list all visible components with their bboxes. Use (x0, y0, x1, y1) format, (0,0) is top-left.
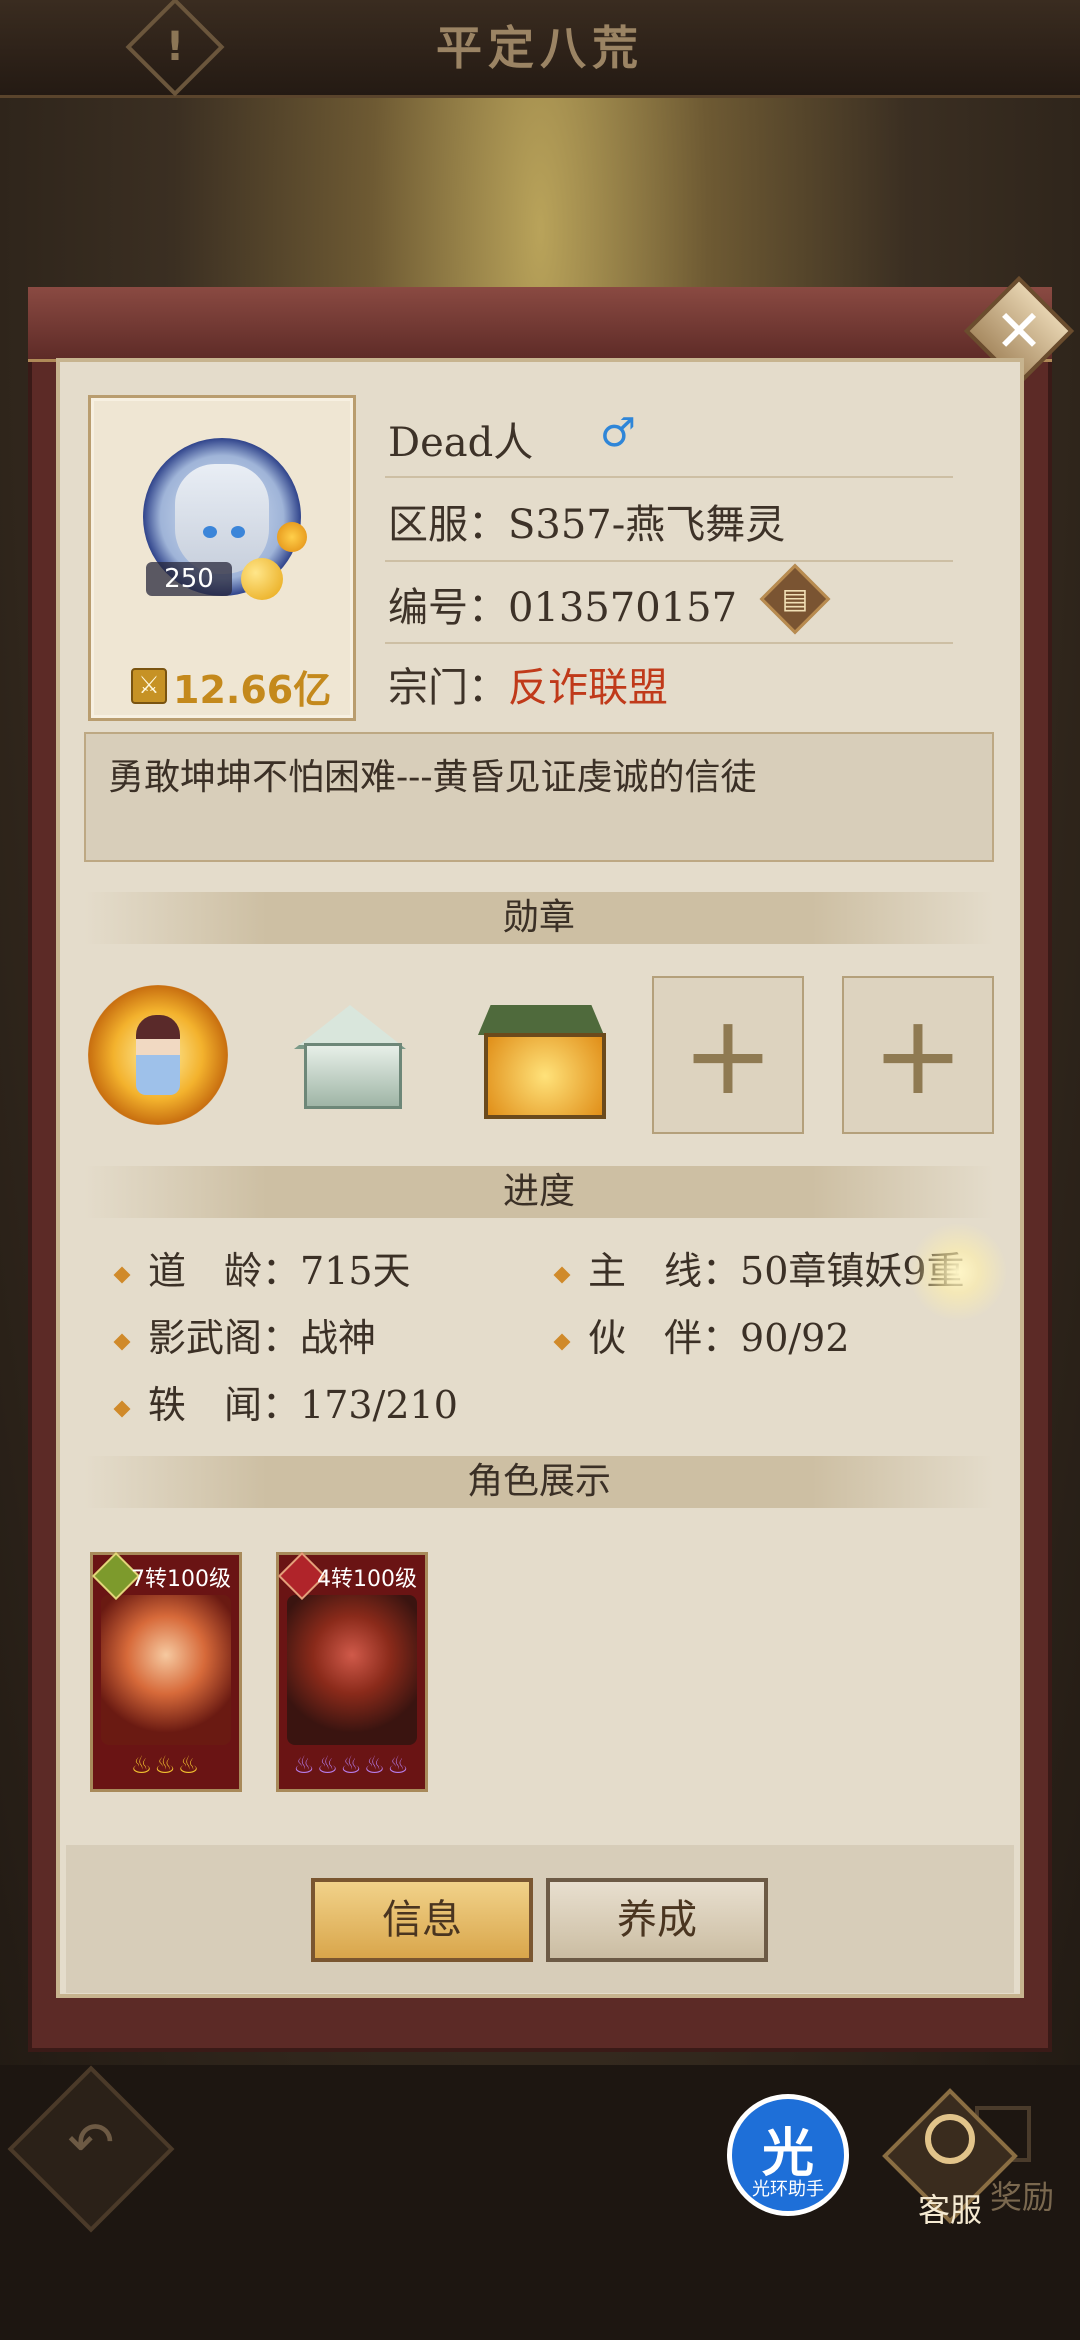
progress-item: 影武阁：战神 (113, 1307, 377, 1362)
medal-lantern-shrine[interactable] (472, 995, 612, 1135)
back-arrow-icon: ↶ (67, 2110, 115, 2176)
helper-label: 光环助手 (752, 2179, 824, 2200)
medal-golden-lotus[interactable] (88, 985, 228, 1125)
divider (385, 560, 953, 562)
avatar-frame[interactable]: 250 ⚔ 12.66亿 (88, 395, 356, 721)
progress-value: 战神 (300, 1316, 377, 1360)
flower-ornament (277, 522, 307, 552)
power-icon: ⚔ (131, 668, 167, 704)
train-tab-button[interactable]: 养成 (546, 1878, 768, 1962)
combat-power: ⚔ 12.66亿 (131, 664, 331, 712)
button-area (66, 1845, 1014, 1993)
headset-icon (925, 2114, 975, 2164)
progress-label: 伙 伴： (588, 1316, 741, 1360)
avatar-eye (203, 526, 217, 538)
page-title: 平定八荒 (436, 21, 644, 75)
bullet-icon (553, 1266, 571, 1283)
character-stars: ♨♨♨♨♨ (293, 1751, 411, 1779)
power-value: 12.66亿 (173, 667, 332, 712)
id-row: 编号：013570157 (388, 575, 737, 633)
panel-header (28, 287, 1052, 362)
plus-icon: + (681, 991, 775, 1119)
character-card[interactable]: 7转100级 ♨♨♨ (90, 1551, 242, 1792)
progress-label: 轶 闻： (148, 1383, 301, 1427)
progress-value: 173/210 (300, 1383, 458, 1427)
pavilion-body (304, 1043, 402, 1109)
server-value: S357-燕飞舞灵 (508, 502, 786, 548)
bullet-icon (553, 1333, 571, 1350)
progress-label: 主 线： (588, 1249, 741, 1293)
empty-medal-slot[interactable]: + (652, 976, 804, 1134)
progress-item: 道 龄：715天 (113, 1240, 411, 1295)
copy-icon: ▤ (781, 582, 809, 615)
id-label: 编号： (388, 585, 508, 631)
progress-section-title: 进度 (84, 1166, 994, 1218)
sect-value[interactable]: 反诈联盟 (508, 665, 668, 711)
progress-item: 伙 伴：90/92 (553, 1307, 850, 1362)
character-portrait (287, 1595, 417, 1745)
signature-text: 勇敢坤坤不怕困难---黄昏见证虔诚的信徒 (84, 732, 994, 862)
divider (385, 476, 953, 478)
floating-helper-button[interactable]: 光 光环助手 (727, 2094, 849, 2216)
id-value: 013570157 (508, 585, 738, 631)
sect-row: 宗门：反诈联盟 (388, 655, 668, 713)
bullet-icon (113, 1266, 131, 1283)
gold-orb-icon (241, 558, 283, 600)
avatar-face (175, 464, 269, 574)
medals-section-title: 勋章 (84, 892, 994, 944)
bullet-icon (113, 1333, 131, 1350)
medal-pavilion[interactable] (282, 995, 422, 1135)
character-rank: 7转100级 (131, 1567, 231, 1592)
characters-section-title: 角色展示 (84, 1456, 994, 1508)
progress-label: 道 龄： (148, 1249, 301, 1293)
sparkle-effect (908, 1222, 1008, 1322)
progress-item: 轶 闻：173/210 (113, 1374, 458, 1429)
shrine-roof (478, 1005, 604, 1035)
character-card[interactable]: 4转100级 ♨♨♨♨♨ (276, 1551, 428, 1792)
level-badge: 250 (146, 562, 232, 596)
divider (385, 642, 953, 644)
character-portrait (101, 1595, 231, 1745)
avatar-eye (231, 526, 245, 538)
close-icon: ✕ (994, 297, 1044, 365)
server-label: 区服： (388, 502, 508, 548)
male-icon: ♂ (600, 410, 636, 456)
customer-service-label: 客服 (917, 2191, 982, 2229)
progress-item: 主 线：50章镇妖9重 (553, 1240, 965, 1295)
medal-figure (136, 1015, 180, 1095)
progress-value: 715天 (300, 1249, 411, 1293)
progress-value: 90/92 (740, 1316, 850, 1360)
character-rank: 4转100级 (317, 1567, 417, 1592)
shrine-body (484, 1033, 606, 1119)
progress-label: 影武阁： (148, 1316, 301, 1360)
server-row: 区服：S357-燕飞舞灵 (388, 492, 785, 550)
plus-icon: + (871, 991, 965, 1119)
info-tab-button[interactable]: 信息 (311, 1878, 533, 1962)
character-stars: ♨♨♨ (130, 1751, 202, 1779)
top-bar: ! 平定八荒 (0, 0, 1080, 98)
player-name: Dead人 (388, 420, 534, 466)
bullet-icon (113, 1400, 131, 1417)
empty-medal-slot[interactable]: + (842, 976, 994, 1134)
sect-label: 宗门： (388, 665, 508, 711)
